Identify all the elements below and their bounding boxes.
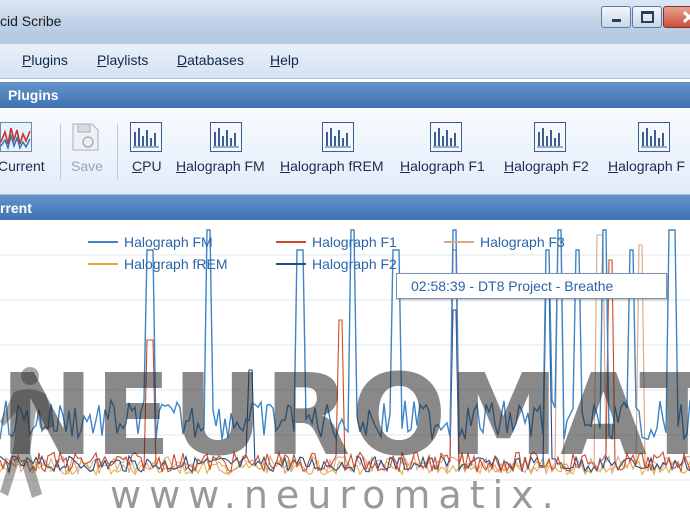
toolbar-cpu-label: CPU xyxy=(132,158,162,174)
window-controls xyxy=(601,6,690,28)
menu-playlists-accel: P xyxy=(97,52,107,68)
toolbar-halograph-f3-accel: H xyxy=(608,158,619,174)
maximize-button[interactable] xyxy=(632,6,662,28)
watermark-logo: NEUROMATIX xyxy=(0,351,690,481)
menu-bar: Plugins Playlists Databases Help xyxy=(0,44,690,79)
close-icon xyxy=(682,10,690,24)
toolbar-halograph-fm-label: Halograph FM xyxy=(176,158,265,174)
toolbar-halograph-f2-accel: H xyxy=(504,158,515,174)
plugins-section-header: Plugins xyxy=(0,82,690,108)
toolbar-halograph-fm-rest: alograph FM xyxy=(186,158,265,174)
toolbar-halograph-f1-accel: H xyxy=(400,158,411,174)
menu-plugins-label: lugins xyxy=(31,52,68,68)
toolbar-halograph-f2-rest: alograph F2 xyxy=(514,158,589,174)
toolbar-cpu-button[interactable]: CPU xyxy=(124,110,168,194)
watermark-url: www.neuromatix. xyxy=(110,473,562,517)
title-bar[interactable]: cid Scribe xyxy=(0,0,690,45)
toolbar-current-label: Current xyxy=(0,158,45,174)
toolbar-halograph-frem-button[interactable]: Halograph fREM xyxy=(280,110,396,194)
toolbar-halograph-f3-label: Halograph F xyxy=(608,158,685,174)
toolbar-halograph-frem-rest: alograph fREM xyxy=(290,158,384,174)
toolbar-separator xyxy=(60,124,61,180)
chart-icon xyxy=(322,122,354,152)
menu-help-label: elp xyxy=(280,52,299,68)
minimize-icon xyxy=(611,19,621,22)
toolbar-save-button[interactable]: Save xyxy=(66,110,108,194)
toolbar-halograph-f3-button[interactable]: Halograph F xyxy=(608,110,690,194)
minimize-button[interactable] xyxy=(601,6,631,28)
legend-label: Halograph FM xyxy=(124,234,213,250)
chart-icon xyxy=(430,122,462,152)
chart-icon xyxy=(534,122,566,152)
toolbar-cpu-accel: C xyxy=(132,158,143,174)
plugin-toolbar: Current Save CPU Halograph FM Halograph … xyxy=(0,110,690,195)
toolbar-halograph-f2-button[interactable]: Halograph F2 xyxy=(504,110,602,194)
toolbar-halograph-f2-label: Halograph F2 xyxy=(504,158,589,174)
toolbar-halograph-f1-label: Halograph F1 xyxy=(400,158,485,174)
menu-databases-label: atabases xyxy=(187,52,244,68)
legend-label: Halograph F2 xyxy=(312,256,397,272)
current-section-header: rrent xyxy=(0,195,690,221)
chart-legend: Halograph FM Halograph F1 Halograph F3 Halo… xyxy=(88,234,565,272)
toolbar-halograph-f1-rest: alograph F1 xyxy=(410,158,485,174)
window-title: cid Scribe xyxy=(0,13,62,29)
toolbar-halograph-frem-label: Halograph fREM xyxy=(280,158,384,174)
menu-help-accel: H xyxy=(270,52,281,68)
legend-item-halograph-fm[interactable]: Halograph FM xyxy=(88,234,213,250)
chart-icon xyxy=(130,122,162,152)
plugins-section-title: Plugins xyxy=(8,87,59,103)
chart-icon xyxy=(638,122,670,152)
toolbar-separator xyxy=(117,124,118,180)
toolbar-halograph-frem-accel: H xyxy=(280,158,291,174)
toolbar-cpu-rest: PU xyxy=(142,158,162,174)
waveform-icon xyxy=(0,122,32,152)
legend-item-halograph-f3[interactable]: Halograph F3 xyxy=(444,234,565,250)
legend-label: Halograph fREM xyxy=(124,256,228,272)
legend-item-halograph-frem[interactable]: Halograph fREM xyxy=(88,256,228,272)
legend-label: Halograph F1 xyxy=(312,234,397,250)
current-section-title: rrent xyxy=(0,200,32,216)
toolbar-halograph-fm-accel: H xyxy=(176,158,187,174)
chart-icon xyxy=(210,122,242,152)
legend-label: Halograph F3 xyxy=(480,234,565,250)
menu-playlists[interactable]: Playlists xyxy=(97,52,148,68)
tooltip-text: 02:58:39 - DT8 Project - Breathe xyxy=(411,278,614,294)
toolbar-current-button[interactable]: Current xyxy=(0,110,58,194)
maximize-icon xyxy=(640,11,654,23)
save-icon xyxy=(72,123,99,151)
menu-plugins-accel: P xyxy=(22,52,32,68)
toolbar-halograph-f1-button[interactable]: Halograph F1 xyxy=(400,110,498,194)
menu-help[interactable]: Help xyxy=(270,52,299,68)
legend-item-halograph-f1[interactable]: Halograph F1 xyxy=(276,234,397,250)
menu-playlists-label: laylists xyxy=(106,52,149,68)
legend-item-halograph-f2[interactable]: Halograph F2 xyxy=(276,256,397,272)
app-window: cid Scribe Plugins Playlists Databases H… xyxy=(0,0,690,518)
toolbar-halograph-fm-button[interactable]: Halograph FM xyxy=(174,110,276,194)
chart-tooltip: 02:58:39 - DT8 Project - Breathe xyxy=(396,273,667,299)
toolbar-save-label: Save xyxy=(71,158,103,174)
menu-databases-accel: D xyxy=(177,52,188,68)
close-button[interactable] xyxy=(663,6,690,28)
toolbar-halograph-f3-rest: alograph F xyxy=(618,158,686,174)
menu-databases[interactable]: Databases xyxy=(177,52,244,68)
menu-plugins[interactable]: Plugins xyxy=(22,52,68,68)
